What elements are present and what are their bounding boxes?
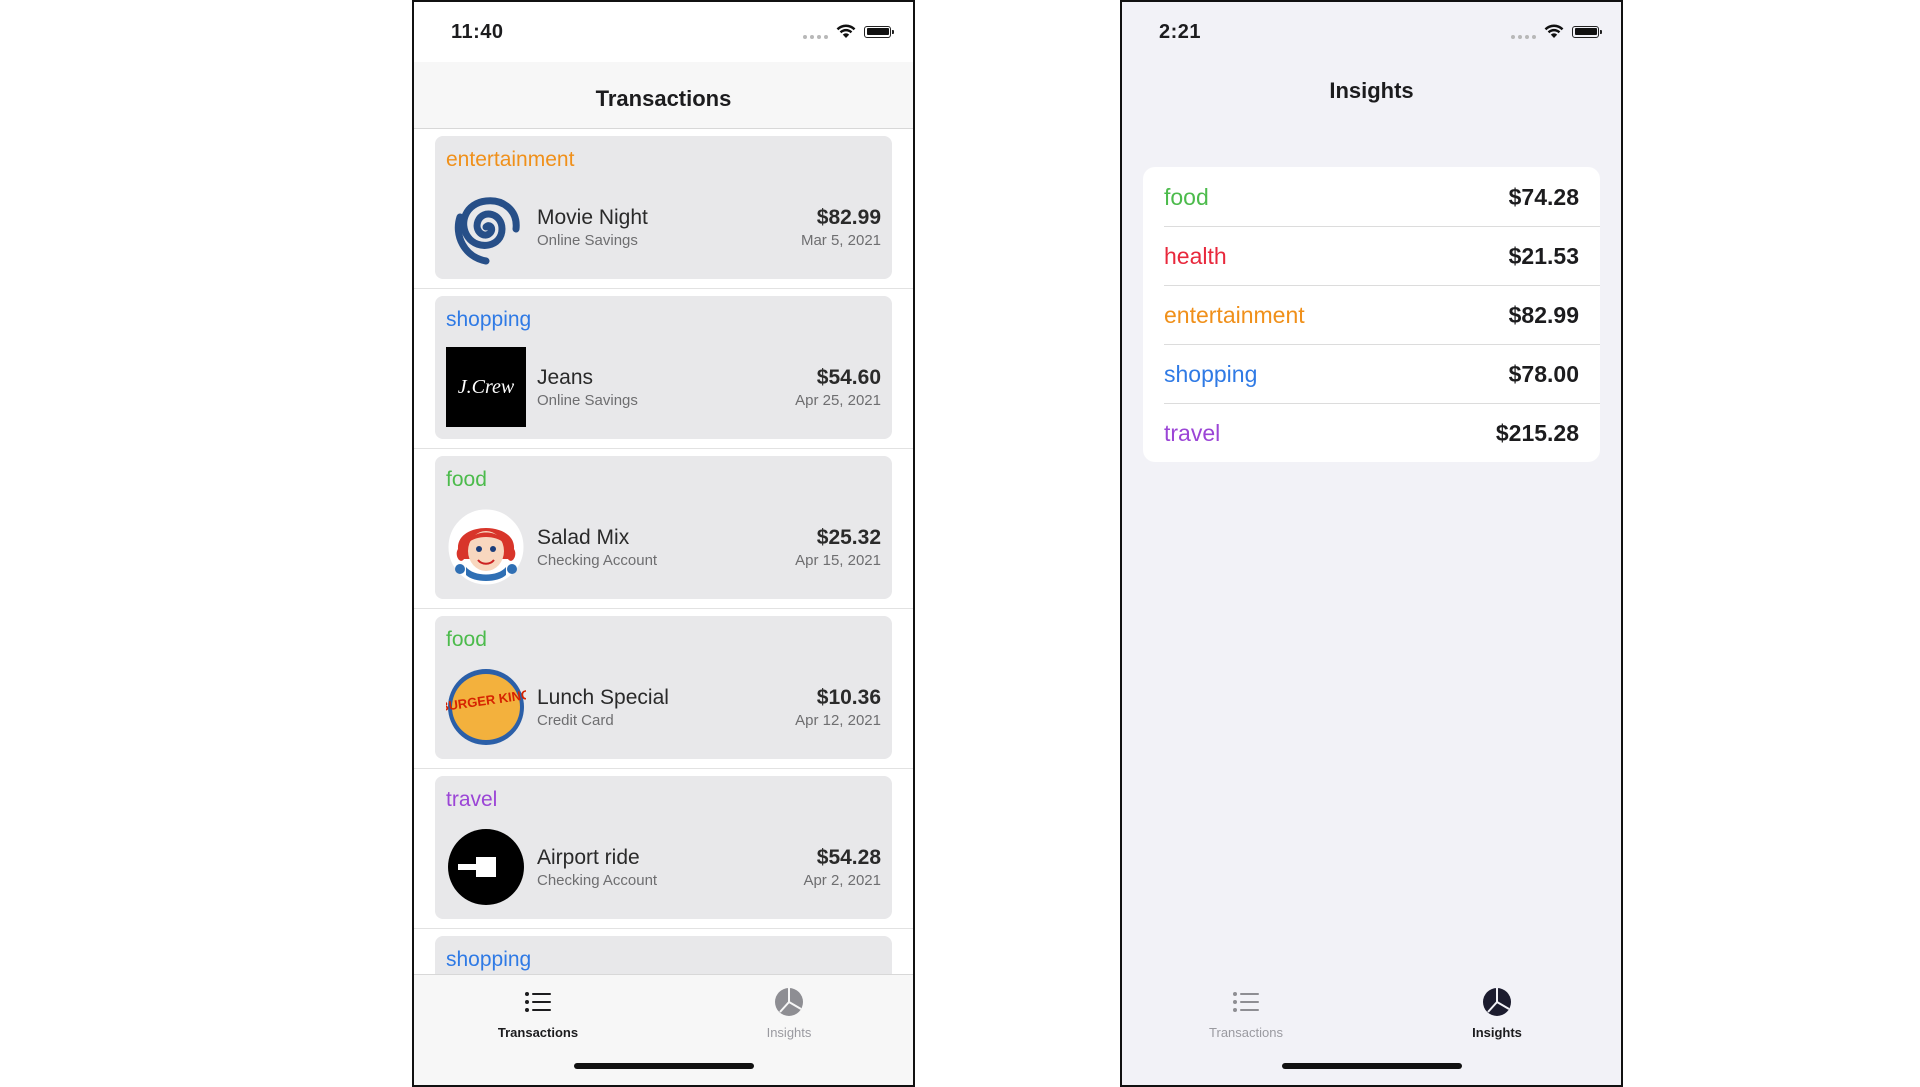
tab-bar: Transactions Insights <box>1122 975 1621 1085</box>
list-icon <box>1233 992 1259 1012</box>
tab-insights[interactable]: Insights <box>719 985 859 1040</box>
insights-screen: 2:21 Insights food $74.28 health $21.53 … <box>1120 0 1623 1087</box>
tab-transactions[interactable]: Transactions <box>1176 985 1316 1040</box>
status-time: 11:40 <box>451 21 504 43</box>
spiral-logo-icon <box>446 187 526 267</box>
category-label: shopping <box>446 308 532 331</box>
category-label: travel <box>1164 420 1221 446</box>
category-total: $82.99 <box>1508 302 1579 328</box>
status-time: 2:21 <box>1159 21 1202 43</box>
category-label: shopping <box>1164 361 1258 387</box>
insight-row[interactable]: shopping $78.00 <box>1143 344 1600 403</box>
transaction-card[interactable]: food BURGER KING Lunch Special Credit Ca… <box>435 616 892 759</box>
transaction-name: Lunch Special <box>537 686 669 709</box>
category-label: entertainment <box>1164 302 1305 328</box>
wifi-icon <box>836 24 856 38</box>
transaction-name: Movie Night <box>537 206 648 229</box>
transaction-date: Apr 25, 2021 <box>795 392 881 409</box>
transaction-date: Apr 12, 2021 <box>795 712 881 729</box>
tab-label: Transactions <box>1209 1025 1283 1040</box>
tab-label: Transactions <box>497 1025 579 1040</box>
list-icon <box>525 992 551 1012</box>
transaction-cell[interactable]: travel Airport ride Checking Account $54… <box>414 769 913 929</box>
transaction-cell[interactable]: food BURGER KING Lunch Special Credit Ca… <box>414 609 913 769</box>
transaction-card[interactable]: shopping J.Crew Jeans Online Savings $54… <box>435 296 892 439</box>
transaction-card[interactable]: shopping <box>435 936 892 977</box>
transaction-amount: $25.32 <box>816 526 881 549</box>
status-bar: 11:40 <box>414 2 913 62</box>
battery-icon <box>1572 25 1602 38</box>
tab-bar: Transactions Insights <box>414 974 913 1085</box>
category-label: health <box>1164 243 1227 269</box>
account-name: Online Savings <box>537 232 638 249</box>
transaction-date: Apr 15, 2021 <box>795 552 881 569</box>
home-indicator[interactable] <box>1281 1063 1462 1069</box>
page-title: Insights <box>1329 78 1414 103</box>
wendys-logo-icon <box>446 507 526 587</box>
insight-row[interactable]: travel $215.28 <box>1143 403 1600 462</box>
transaction-date: Apr 2, 2021 <box>803 872 881 889</box>
category-total: $78.00 <box>1508 361 1579 387</box>
account-name: Checking Account <box>537 872 658 889</box>
category-label: food <box>446 628 487 651</box>
transaction-cell[interactable]: food Salad Mix Checking Account $25.32 A… <box>414 449 913 609</box>
category-label: travel <box>446 788 498 811</box>
transaction-amount: $54.60 <box>816 366 881 389</box>
tab-transactions[interactable]: Transactions <box>468 985 608 1040</box>
account-name: Credit Card <box>537 712 614 729</box>
transaction-date: Mar 5, 2021 <box>800 232 881 249</box>
insight-row[interactable]: health $21.53 <box>1143 226 1600 285</box>
transaction-card[interactable]: travel Airport ride Checking Account $54… <box>435 776 892 919</box>
category-label: food <box>1164 184 1209 210</box>
tab-insights[interactable]: Insights <box>1427 985 1567 1040</box>
transactions-list[interactable]: entertainment Movie Night Online Savings… <box>414 129 913 977</box>
nav-bar: Transactions <box>414 62 913 129</box>
burger-king-logo-icon: BURGER KING <box>446 667 526 747</box>
category-label: food <box>446 468 487 491</box>
pie-chart-icon <box>1483 988 1511 1016</box>
status-bar: 2:21 <box>1122 2 1621 62</box>
transactions-screen: 11:40 Transactions entertainment Movie N… <box>412 0 915 1087</box>
transaction-name: Salad Mix <box>537 526 630 549</box>
transaction-card[interactable]: food Salad Mix Checking Account $25.32 A… <box>435 456 892 599</box>
transaction-amount: $54.28 <box>816 846 881 869</box>
home-indicator[interactable] <box>573 1063 754 1069</box>
jcrew-logo-icon: J.Crew <box>446 347 526 427</box>
transaction-cell[interactable]: shopping J.Crew Jeans Online Savings $54… <box>414 289 913 449</box>
page-title: Transactions <box>595 86 732 111</box>
category-total: $74.28 <box>1508 184 1579 210</box>
cellular-signal-icon <box>1511 34 1536 39</box>
category-label: shopping <box>446 948 532 971</box>
transaction-cell[interactable]: entertainment Movie Night Online Savings… <box>414 129 913 289</box>
svg-text:J.Crew: J.Crew <box>458 376 515 398</box>
wifi-icon <box>1544 24 1564 38</box>
tab-label: Insights <box>1472 1025 1522 1040</box>
transaction-name: Jeans <box>537 366 594 389</box>
tab-label: Insights <box>766 1025 812 1040</box>
account-name: Checking Account <box>537 552 658 569</box>
account-name: Online Savings <box>537 392 638 409</box>
uber-logo-icon <box>446 827 526 907</box>
transaction-amount: $82.99 <box>816 206 881 229</box>
insight-row[interactable]: entertainment $82.99 <box>1143 285 1600 344</box>
insight-row[interactable]: food $74.28 <box>1143 167 1600 226</box>
category-total: $215.28 <box>1495 420 1579 446</box>
transaction-card[interactable]: entertainment Movie Night Online Savings… <box>435 136 892 279</box>
battery-icon <box>864 25 894 38</box>
transaction-name: Airport ride <box>537 846 640 869</box>
transaction-amount: $10.36 <box>816 686 881 709</box>
pie-chart-icon <box>775 988 803 1016</box>
cellular-signal-icon <box>803 34 828 39</box>
category-total: $21.53 <box>1508 243 1579 269</box>
insights-list: food $74.28 health $21.53 entertainment … <box>1143 167 1600 462</box>
category-label: entertainment <box>446 148 575 171</box>
transaction-cell[interactable]: shopping <box>414 929 913 977</box>
